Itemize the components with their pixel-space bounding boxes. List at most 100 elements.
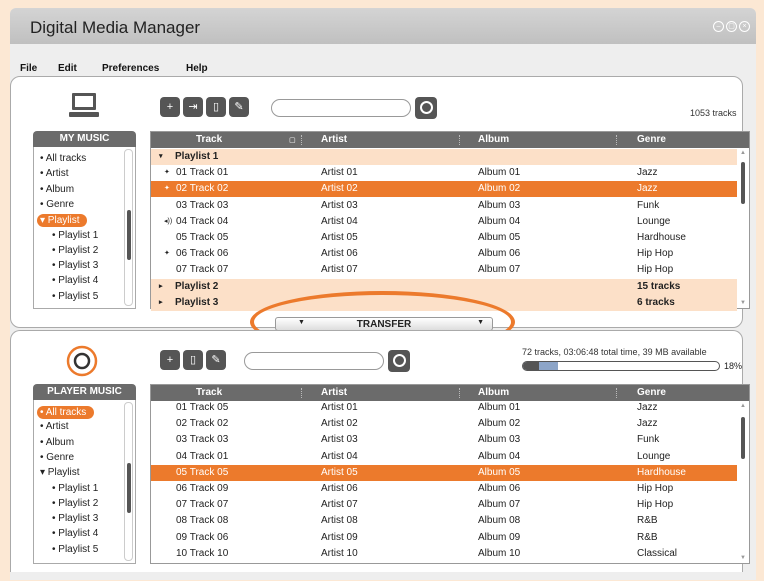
sidebar-scrollbar[interactable] [124,149,133,306]
menu-edit[interactable]: Edit [58,63,77,74]
table-row[interactable]: 07 Track 07 Artist 07 Album 07 Hip Hop [151,497,737,513]
column-album[interactable]: Album [478,134,509,145]
menu-preferences[interactable]: Preferences [102,63,159,74]
player-search-input[interactable] [244,352,384,370]
scroll-down-icon[interactable]: ▼ [740,300,746,306]
cell-album: Album 06 [478,483,521,494]
my-music-search-input[interactable] [271,99,411,117]
cell-genre: Jazz [637,402,658,413]
minimize-icon[interactable]: – [713,21,724,32]
cell-album: Album 02 [478,418,521,430]
sidebar-item[interactable]: • Playlist 1 [52,483,98,494]
close-icon[interactable]: × [739,21,750,32]
table-row[interactable]: ✦ 06 Track 06 Artist 06 Album 06 Hip Hop [151,246,737,262]
cell-album: Album 03 [478,199,521,211]
table-row[interactable]: ✦ 02 Track 02 Artist 02 Album 02 Jazz [151,181,737,198]
column-album[interactable]: Album [478,387,509,398]
my-music-toolbar: + ⇥ ▯ ✎ [160,97,249,117]
sidebar-item[interactable]: • Playlist 5 [52,544,98,555]
table-row[interactable]: 02 Track 02 Artist 02 Album 02 Jazz [151,416,737,432]
table-row[interactable]: 03 Track 03 Artist 03 Album 03 Funk [151,198,737,214]
playlist-group-row[interactable]: ▾ Playlist 1 [151,149,737,165]
scroll-up-icon[interactable]: ▲ [740,150,746,156]
add-file-icon[interactable]: + [160,350,180,370]
table-row[interactable]: ✦ 01 Track 01 Artist 01 Album 01 Jazz [151,165,737,181]
table-row[interactable]: 01 Track 05 Artist 01 Album 01 Jazz [151,400,737,416]
sidebar-scrollbar[interactable] [124,402,133,561]
table-row[interactable]: 08 Track 08 Artist 08 Album 08 R&B [151,513,737,529]
delete-icon[interactable]: ▯ [206,97,226,117]
import-icon[interactable]: ⇥ [183,97,203,117]
column-track[interactable]: Track [196,387,222,398]
sidebar-item[interactable]: • Playlist 1 [52,230,98,241]
table-row[interactable]: 03 Track 03 Artist 03 Album 03 Funk [151,432,737,448]
scroll-thumb[interactable] [127,463,131,513]
cell-genre: Lounge [637,215,671,227]
sidebar-item[interactable]: • All tracks [40,153,86,164]
scroll-thumb[interactable] [741,417,745,459]
column-artist[interactable]: Artist [321,387,347,398]
cell-track: 06 Track 06 [176,248,229,260]
sidebar-item[interactable]: ▾ Playlist [37,214,88,228]
cell-track: 06 Track 09 [176,483,229,494]
sidebar-item[interactable]: • All tracks [37,406,95,419]
delete-icon[interactable]: ▯ [183,350,203,370]
table-row[interactable]: 05 Track 05 Artist 05 Album 05 Hardhouse [151,230,737,246]
search-icon[interactable] [415,97,437,119]
menu-file[interactable]: File [20,63,37,74]
sidebar-item[interactable]: • Playlist 4 [52,528,98,539]
cell-genre: R&B [637,515,658,527]
sidebar-item[interactable]: ▾ Playlist [40,467,79,478]
column-genre[interactable]: Genre [637,387,666,398]
table-scrollbar[interactable]: ▲ ▼ [738,402,748,562]
player-toolbar: + ▯ ✎ [160,350,226,370]
sidebar-item[interactable]: • Playlist 2 [52,498,98,509]
table-row[interactable]: 10 Track 10 Artist 10 Album 10 Classical [151,546,737,562]
edit-icon[interactable]: ✎ [206,350,226,370]
sidebar-item[interactable]: • Genre [40,199,74,210]
table-row[interactable]: 05 Track 05 Artist 05 Album 05 Hardhouse [151,464,737,481]
scroll-thumb[interactable] [741,162,745,204]
column-track[interactable]: Track [196,134,222,145]
table-row[interactable]: 06 Track 09 Artist 06 Album 06 Hip Hop [151,481,737,497]
sidebar-item[interactable]: • Album [40,437,74,448]
sidebar-item[interactable]: • Playlist 3 [52,513,98,524]
sort-icon[interactable]: ▢ [289,136,296,144]
playlist-group-row[interactable]: ▸ Playlist 2 15 tracks [151,278,737,295]
table-row[interactable]: 04 Track 01 Artist 04 Album 04 Lounge [151,449,737,465]
cell-album: Album 06 [478,248,521,260]
edit-icon[interactable]: ✎ [229,97,249,117]
scroll-up-icon[interactable]: ▲ [740,403,746,409]
row-marker: ✦ [164,250,170,258]
sidebar-item[interactable]: • Artist [40,421,69,432]
cell-album: Album 01 [478,167,521,179]
add-file-icon[interactable]: + [160,97,180,117]
table-row[interactable]: 09 Track 06 Artist 09 Album 09 R&B [151,530,737,546]
cell-track: 01 Track 01 [176,167,229,179]
table-row[interactable]: ◂)) 04 Track 04 Artist 04 Album 04 Lounge [151,214,737,230]
column-artist[interactable]: Artist [321,134,347,145]
column-genre[interactable]: Genre [637,134,666,145]
cell-track: 02 Track 02 [176,418,229,430]
sidebar-item[interactable]: • Album [40,184,74,195]
table-scrollbar[interactable]: ▲ ▼ [738,149,748,307]
search-icon[interactable] [388,350,410,372]
cell-track: 05 Track 05 [176,232,229,243]
sidebar-item[interactable]: • Artist [40,168,69,179]
menu-help[interactable]: Help [186,63,208,74]
cell-album: Album 07 [478,264,521,276]
cell-genre: Funk [637,434,660,446]
app-title: Digital Media Manager [30,18,201,37]
cell-track: Playlist 2 [175,280,219,292]
cell-artist: Artist 06 [321,483,358,494]
maximize-icon[interactable]: ▢ [726,21,737,32]
sidebar-item[interactable]: • Playlist 4 [52,275,98,286]
cell-genre: R&B [637,531,658,543]
sidebar-item[interactable]: • Playlist 5 [52,291,98,302]
scroll-down-icon[interactable]: ▼ [740,555,746,561]
sidebar-item[interactable]: • Playlist 3 [52,260,98,271]
scroll-thumb[interactable] [127,210,131,260]
sidebar-item[interactable]: • Playlist 2 [52,245,98,256]
table-row[interactable]: 07 Track 07 Artist 07 Album 07 Hip Hop [151,262,737,278]
sidebar-item[interactable]: • Genre [40,452,74,463]
